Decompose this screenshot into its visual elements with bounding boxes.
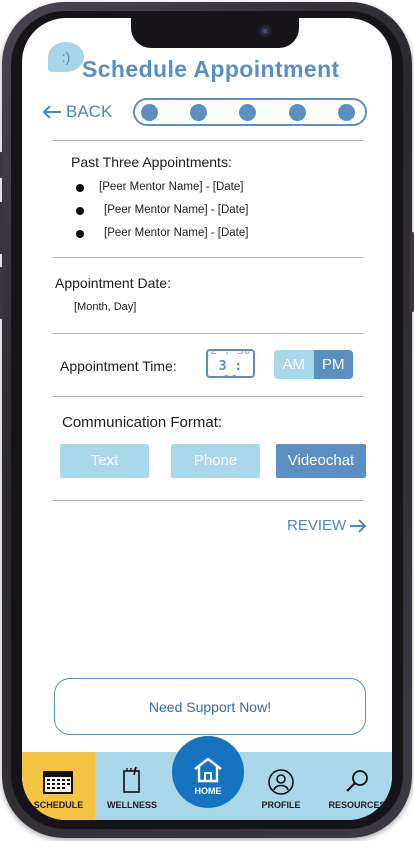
progress-stepper <box>133 98 367 126</box>
bullet <box>76 207 84 215</box>
past-appointments-label: Past Three Appointments: <box>71 154 232 170</box>
am-pm-toggle[interactable]: AM PM <box>274 350 353 379</box>
journal-icon <box>123 766 140 793</box>
back-label: BACK <box>66 102 113 121</box>
review-button[interactable]: REVIEW <box>287 517 367 534</box>
am-option[interactable]: AM <box>274 350 314 379</box>
nav-resources-label: RESOURCES <box>328 800 386 810</box>
profile-icon <box>268 769 294 795</box>
format-videochat-button[interactable]: Videochat <box>276 444 366 478</box>
page-title: Schedule Appointment <box>82 56 340 82</box>
nav-wellness[interactable]: WELLNESS <box>102 752 162 820</box>
divider <box>53 333 363 334</box>
bullet <box>76 184 84 192</box>
need-support-button[interactable]: Need Support Now! <box>54 678 366 735</box>
volume-down-button <box>0 267 3 319</box>
step-dot <box>338 104 355 121</box>
nav-schedule[interactable]: SCHEDULE <box>22 752 95 820</box>
pm-option[interactable]: PM <box>313 350 353 379</box>
arrow-left-icon <box>42 105 61 119</box>
step-dot <box>190 104 207 121</box>
past-appointment-item: [Peer Mentor Name] - [Date] <box>104 227 249 239</box>
divider <box>53 140 363 141</box>
app-logo: :) <box>48 42 84 72</box>
time-picker[interactable]: 2 : 30 3 : 00 <box>206 349 255 378</box>
appointment-date-label: Appointment Date: <box>55 275 171 291</box>
nav-resources[interactable]: RESOURCES <box>325 752 389 820</box>
nav-profile[interactable]: PROFILE <box>251 752 311 820</box>
step-dot <box>141 104 158 121</box>
nav-home-label: HOME <box>194 786 222 796</box>
divider <box>53 500 363 501</box>
notch <box>131 18 299 48</box>
power-button <box>410 232 414 312</box>
back-button[interactable]: BACK <box>42 102 112 122</box>
format-text-button[interactable]: Text <box>60 444 149 478</box>
camera-icon <box>258 24 272 38</box>
step-dot <box>289 104 306 121</box>
review-label: REVIEW <box>287 517 347 534</box>
step-dot <box>239 104 256 121</box>
past-appointment-item: [Peer Mentor Name] - [Date] <box>104 204 249 216</box>
communication-format-label: Communication Format: <box>62 414 223 431</box>
app-screen: :) Schedule Appointment BACK Past Three … <box>22 18 392 820</box>
mute-switch <box>0 152 3 178</box>
appointment-date-value[interactable]: [Month, Day] <box>74 301 136 313</box>
calendar-icon <box>43 771 73 794</box>
search-icon <box>346 770 368 792</box>
home-icon <box>194 757 222 783</box>
appointment-time-label: Appointment Time: <box>60 358 177 374</box>
nav-schedule-label: SCHEDULE <box>33 800 84 810</box>
time-option-previous: 2 : 30 <box>210 349 251 357</box>
time-selected: 3 : 00 <box>218 359 243 376</box>
format-phone-button[interactable]: Phone <box>171 444 260 478</box>
past-appointment-item: [Peer Mentor Name] - [Date] <box>99 181 244 193</box>
divider <box>53 396 363 397</box>
divider <box>53 257 363 258</box>
nav-wellness-label: WELLNESS <box>106 800 157 810</box>
nav-profile-label: PROFILE <box>261 800 301 810</box>
nav-home[interactable]: HOME <box>172 736 244 808</box>
bullet <box>76 230 84 238</box>
arrow-right-icon <box>350 518 367 533</box>
volume-up-button <box>0 202 3 254</box>
